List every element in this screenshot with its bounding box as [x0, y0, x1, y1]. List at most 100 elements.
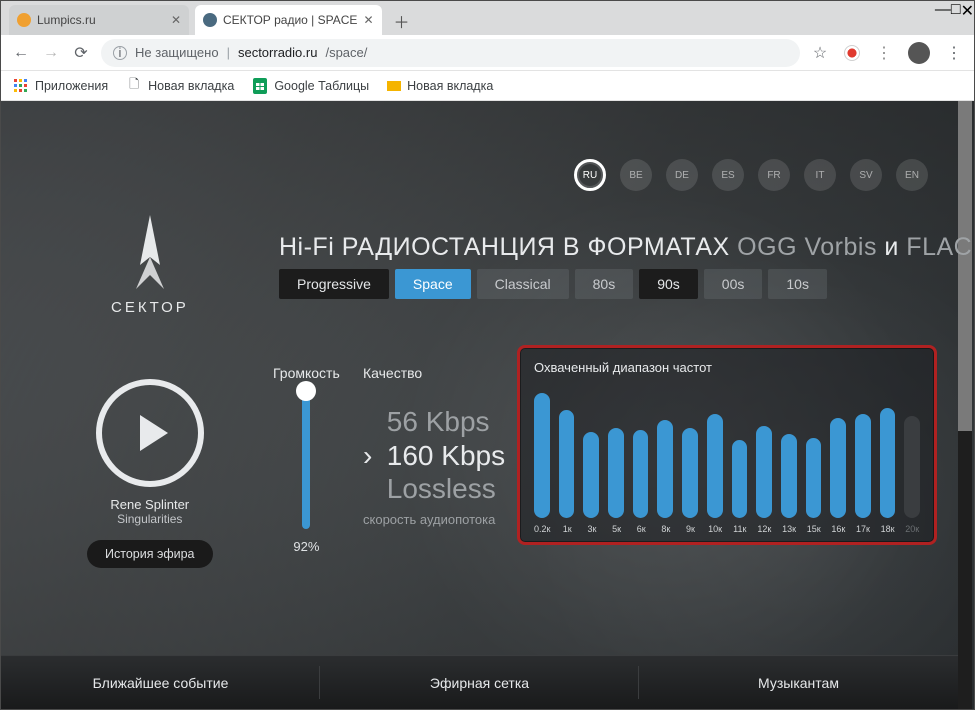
play-icon [140, 415, 168, 451]
bottom-nav-item[interactable]: Эфирная сетка [320, 656, 639, 709]
address-bar-row: ← → ⟳ i Не защищено | sectorradio.ru/spa… [1, 35, 974, 71]
page-content: RU BE DE ES FR IT SV EN СЕКТОР Hi-Fi РАДИОСТАНЦ… [1, 101, 974, 709]
language-de[interactable]: DE [666, 159, 698, 191]
url-host: sectorradio.ru [238, 45, 317, 60]
genre-00s[interactable]: 00s [704, 269, 763, 299]
quality-block: Качество 56 Kbps› 160 Kbps Lossless скор… [363, 365, 505, 527]
window-close-button[interactable]: ✕ [961, 1, 974, 21]
frequency-bar [657, 420, 673, 518]
genre-progressive[interactable]: Progressive [279, 269, 389, 299]
site-logo[interactable]: СЕКТОР [111, 213, 189, 316]
genre-classical[interactable]: Classical [477, 269, 569, 299]
frequency-label: 17к [855, 524, 871, 534]
frequency-bar [732, 440, 748, 518]
track-artist: Rene Splinter [87, 497, 213, 512]
new-tab-button[interactable]: ＋ [388, 7, 416, 35]
quality-value: Lossless [379, 473, 496, 504]
window-maximize-button[interactable]: □ [951, 1, 961, 21]
menu-icon[interactable]: ⋮ [944, 43, 964, 63]
frequency-bar [806, 438, 822, 518]
heading-format: FLAC [906, 233, 972, 261]
bookmark-label: Google Таблицы [274, 79, 369, 93]
volume-thumb[interactable] [296, 381, 316, 401]
language-be[interactable]: BE [620, 159, 652, 191]
frequency-bar [633, 430, 649, 518]
frequency-label: 10к [707, 524, 723, 534]
frequency-label: 18к [880, 524, 896, 534]
reload-button[interactable]: ⟳ [71, 43, 91, 63]
quality-option[interactable]: Lossless [363, 472, 505, 506]
bookmark-item[interactable]: Google Таблицы [252, 78, 369, 94]
apps-button[interactable]: Приложения [13, 78, 108, 94]
language-fr[interactable]: FR [758, 159, 790, 191]
quality-option[interactable]: 56 Kbps [363, 405, 505, 439]
track-title: Singularities [87, 512, 213, 526]
play-button[interactable] [96, 379, 204, 487]
frequency-bar [904, 416, 920, 518]
favicon-icon [17, 13, 31, 27]
bookmark-label: Новая вкладка [407, 79, 493, 93]
bookmark-item[interactable]: Новая вкладка [387, 79, 493, 93]
close-icon[interactable]: ✕ [171, 13, 181, 27]
frequency-bars [534, 383, 920, 518]
logo-text: СЕКТОР [111, 299, 189, 316]
address-bar[interactable]: i Не защищено | sectorradio.ru/space/ [101, 39, 800, 67]
frequency-bar [559, 410, 575, 518]
frequency-label: 20к [904, 524, 920, 534]
extension-dots-icon[interactable]: ⋮ [874, 43, 894, 63]
frequency-label: 3к [584, 524, 600, 534]
frequency-label: 11к [732, 524, 748, 534]
tab-title: Lumpics.ru [37, 13, 96, 27]
frequency-bar [608, 428, 624, 518]
volume-slider[interactable] [302, 389, 310, 529]
volume-label: Громкость [273, 365, 340, 381]
sheets-icon [252, 78, 268, 94]
tab-lumpics[interactable]: Lumpics.ru ✕ [9, 5, 189, 35]
logo-icon [120, 213, 180, 293]
frequency-bar [880, 408, 896, 518]
player-block: Rene Splinter Singularities История эфир… [87, 379, 213, 568]
page-icon: 🗋 [126, 78, 142, 94]
quality-option[interactable]: › 160 Kbps [363, 439, 505, 473]
extension-icon[interactable] [844, 45, 860, 61]
apps-icon [13, 78, 29, 94]
frequency-labels: 0.2к1к3к5к6к8к9к10к11к12к13к15к16к17к18к… [534, 524, 920, 534]
language-es[interactable]: ES [712, 159, 744, 191]
frequency-bar [756, 426, 772, 518]
frequency-bar [855, 414, 871, 518]
language-sv[interactable]: SV [850, 159, 882, 191]
tab-sector[interactable]: СЕКТОР радио | SPACE ✕ [195, 5, 382, 35]
frequency-label: 9к [683, 524, 699, 534]
frequency-bar [583, 432, 599, 518]
heading-format: OGG Vorbis [737, 233, 877, 261]
browser-window: Lumpics.ru ✕ СЕКТОР радио | SPACE ✕ ＋ — … [0, 0, 975, 710]
language-it[interactable]: IT [804, 159, 836, 191]
info-icon: i [113, 46, 127, 60]
history-button[interactable]: История эфира [87, 540, 213, 568]
star-icon[interactable]: ☆ [810, 43, 830, 63]
genre-90s[interactable]: 90s [639, 269, 698, 299]
frequency-label: 1к [559, 524, 575, 534]
language-ru[interactable]: RU [574, 159, 606, 191]
genre-tabs: ProgressiveSpaceClassical80s90s00s10s [279, 269, 827, 299]
genre-10s[interactable]: 10s [768, 269, 827, 299]
favicon-icon [203, 13, 217, 27]
quality-value: 160 Kbps [379, 440, 505, 471]
back-button[interactable]: ← [11, 43, 31, 63]
bottom-nav-item[interactable]: Музыкантам [639, 656, 958, 709]
page-heading: Hi-Fi РАДИОСТАНЦИЯ В ФОРМАТАХ OGG Vorbis… [279, 233, 972, 262]
frequency-bar [707, 414, 723, 518]
close-icon[interactable]: ✕ [363, 13, 373, 27]
bookmark-item[interactable]: 🗋 Новая вкладка [126, 78, 234, 94]
volume-block: Громкость 92% [273, 365, 340, 554]
genre-80s[interactable]: 80s [575, 269, 634, 299]
language-en[interactable]: EN [896, 159, 928, 191]
frequency-bar [781, 434, 797, 518]
frequency-bar [534, 393, 550, 518]
profile-avatar[interactable] [908, 42, 930, 64]
forward-button[interactable]: → [41, 43, 61, 63]
genre-space[interactable]: Space [395, 269, 471, 299]
window-minimize-button[interactable]: — [935, 1, 951, 21]
tab-strip: Lumpics.ru ✕ СЕКТОР радио | SPACE ✕ ＋ — … [1, 1, 974, 35]
bottom-nav-item[interactable]: Ближайшее событие [1, 656, 320, 709]
